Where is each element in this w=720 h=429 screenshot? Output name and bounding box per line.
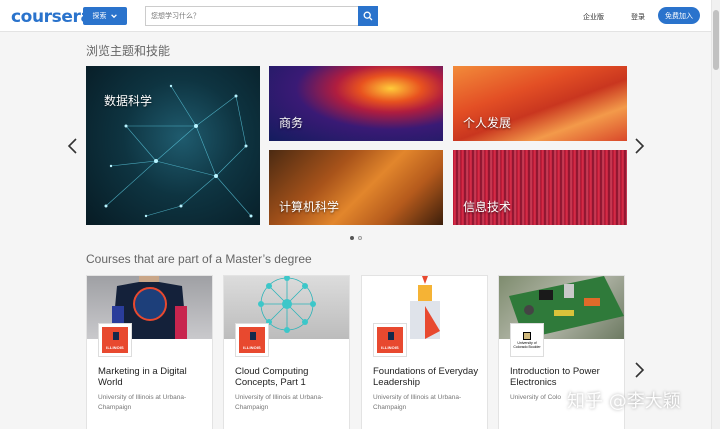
- course-card-marketing[interactable]: ILLINOIS Marketing in a Digital World Un…: [86, 275, 213, 429]
- login-link[interactable]: 登录: [631, 12, 645, 22]
- pagination-dot-1[interactable]: [350, 236, 354, 240]
- topic-label: 商务: [279, 116, 304, 130]
- carousel-prev-arrow-icon[interactable]: [66, 137, 80, 155]
- courses-section-title: Courses that are part of a Master’s degr…: [86, 252, 312, 266]
- carousel-pagination: [350, 236, 362, 240]
- search-button[interactable]: [358, 6, 378, 26]
- topic-label: 信息技术: [463, 200, 512, 214]
- course-title[interactable]: Marketing in a Digital World: [98, 366, 206, 388]
- university-logo: University of Colorado Boulder: [510, 323, 544, 357]
- course-title[interactable]: Cloud Computing Concepts, Part 1: [235, 366, 343, 388]
- topic-card-business[interactable]: 商务: [269, 66, 443, 141]
- top-navigation-bar: coursera 探索 企业版 登录 免费加入: [0, 0, 711, 32]
- scrollbar-thumb[interactable]: [713, 10, 719, 70]
- enterprise-link[interactable]: 企业版: [583, 12, 604, 22]
- courses-next-arrow-icon[interactable]: [632, 361, 646, 379]
- topic-card-personal-development[interactable]: 个人发展: [453, 66, 627, 141]
- explore-button[interactable]: 探索: [83, 7, 127, 25]
- chevron-down-icon: [110, 14, 117, 19]
- zhihu-watermark: 知乎 @李大颖: [567, 391, 681, 412]
- topic-card-information-technology[interactable]: 信息技术: [453, 150, 627, 225]
- course-card-cloud-computing[interactable]: ILLINOIS Cloud Computing Concepts, Part …: [223, 275, 350, 429]
- topics-section-title: 浏览主题和技能: [86, 44, 171, 58]
- carousel-next-arrow-icon[interactable]: [632, 137, 646, 155]
- university-logo: ILLINOIS: [373, 323, 407, 357]
- search-input[interactable]: [146, 7, 359, 25]
- course-title[interactable]: Foundations of Everyday Leadership: [373, 366, 481, 388]
- university-logo-text: University of Colorado Boulder: [513, 340, 541, 349]
- network-graphic: [104, 84, 253, 218]
- university-logo: ILLINOIS: [98, 323, 132, 357]
- course-university: University of Illinois at Urbana-Champai…: [235, 394, 324, 411]
- coursera-logo[interactable]: coursera: [11, 7, 92, 27]
- page-scrollbar[interactable]: [711, 0, 720, 429]
- pagination-dot-2[interactable]: [358, 236, 362, 240]
- search-box: [145, 6, 378, 26]
- topic-label: 个人发展: [463, 116, 512, 130]
- course-title[interactable]: Introduction to Power Electronics: [510, 366, 618, 388]
- course-university: University of Illinois at Urbana-Champai…: [373, 394, 462, 411]
- topic-card-data-science[interactable]: 数据科学: [86, 66, 260, 225]
- topic-label: 数据科学: [104, 94, 153, 108]
- search-icon: [363, 11, 373, 21]
- topic-card-computer-science[interactable]: 计算机科学: [269, 150, 443, 225]
- topic-label: 计算机科学: [279, 200, 340, 214]
- explore-label: 探索: [92, 13, 107, 20]
- course-university: University of Illinois at Urbana-Champai…: [98, 394, 187, 411]
- university-logo: ILLINOIS: [235, 323, 269, 357]
- course-card-leadership[interactable]: ILLINOIS Foundations of Everyday Leaders…: [361, 275, 488, 429]
- join-free-button[interactable]: 免费加入: [658, 7, 700, 24]
